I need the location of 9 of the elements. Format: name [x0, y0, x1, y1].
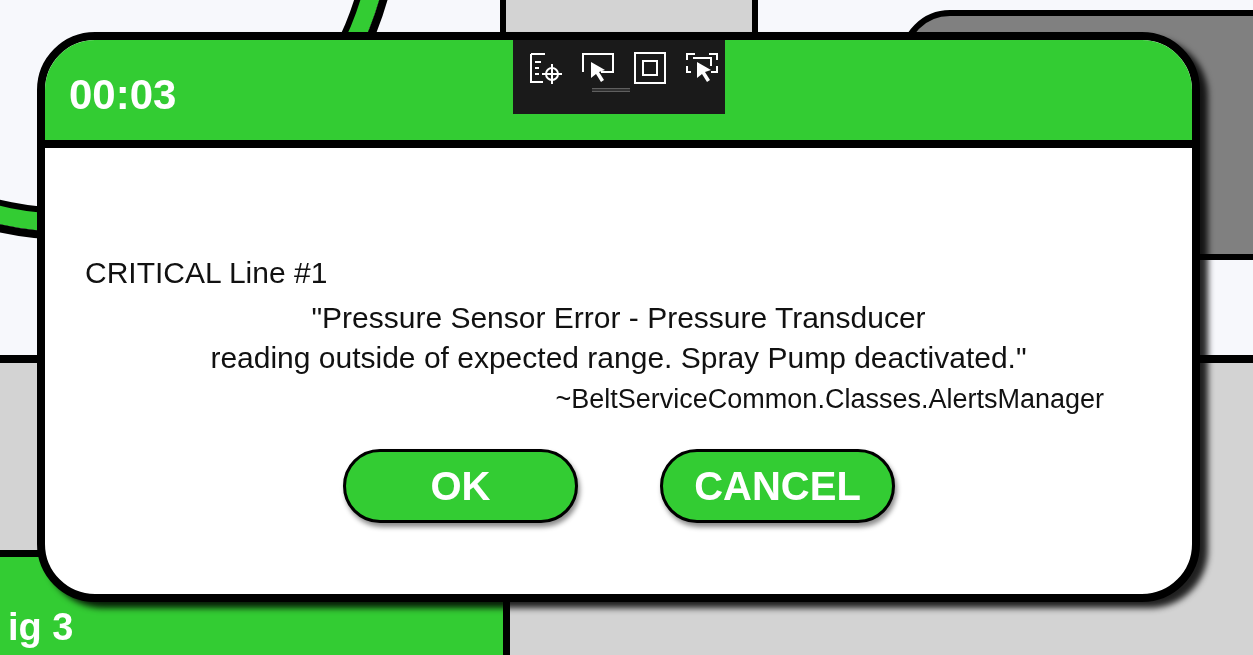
alert-source: ~BeltServiceCommon.Classes.AlertsManager	[554, 384, 1104, 415]
countdown-timer: 00:03	[69, 71, 177, 119]
dialog-button[interactable]: CANCEL	[660, 449, 895, 523]
square-frame-icon[interactable]	[631, 50, 669, 86]
select-element-icon[interactable]	[527, 50, 565, 86]
alert-heading: CRITICAL Line #1	[85, 256, 329, 290]
alert-message: "Pressure Sensor Error - Pressure Transducer reading outside of expected range. Spray Pump deactivated."	[209, 300, 1028, 376]
dialog-button[interactable]: OK	[343, 449, 578, 523]
panel-label: ig 3	[8, 605, 74, 650]
